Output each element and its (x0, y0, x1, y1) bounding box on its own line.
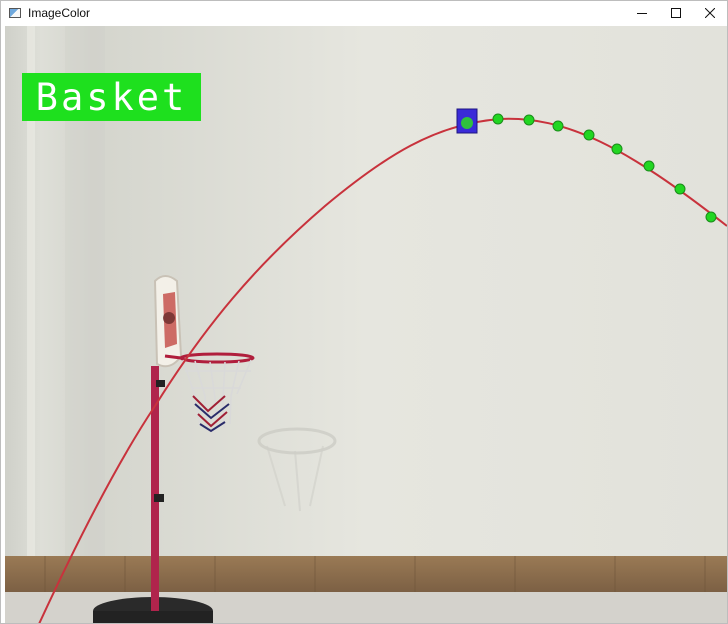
ball-point (674, 183, 686, 195)
title-bar[interactable]: ImageColor (1, 1, 727, 25)
prediction-label: Basket (22, 73, 201, 121)
baseboard (5, 556, 727, 592)
ball-point (705, 211, 717, 223)
ball-point (611, 143, 623, 155)
window-controls (625, 1, 727, 25)
window-title: ImageColor (28, 6, 91, 20)
ball-point (583, 129, 595, 141)
minimize-button[interactable] (625, 1, 659, 25)
maximize-icon (671, 8, 681, 18)
ball-point (492, 113, 504, 125)
ball-point (523, 114, 535, 126)
ball-point (552, 120, 564, 132)
ball-point (643, 160, 655, 172)
close-button[interactable] (693, 1, 727, 25)
prediction-label-text: Basket (35, 75, 188, 119)
minimize-icon (637, 13, 647, 14)
video-frame: Basket (5, 26, 727, 623)
maximize-button[interactable] (659, 1, 693, 25)
close-icon (705, 8, 715, 18)
app-window-icon (9, 8, 21, 18)
image-window: ImageColor Basket (0, 0, 728, 624)
